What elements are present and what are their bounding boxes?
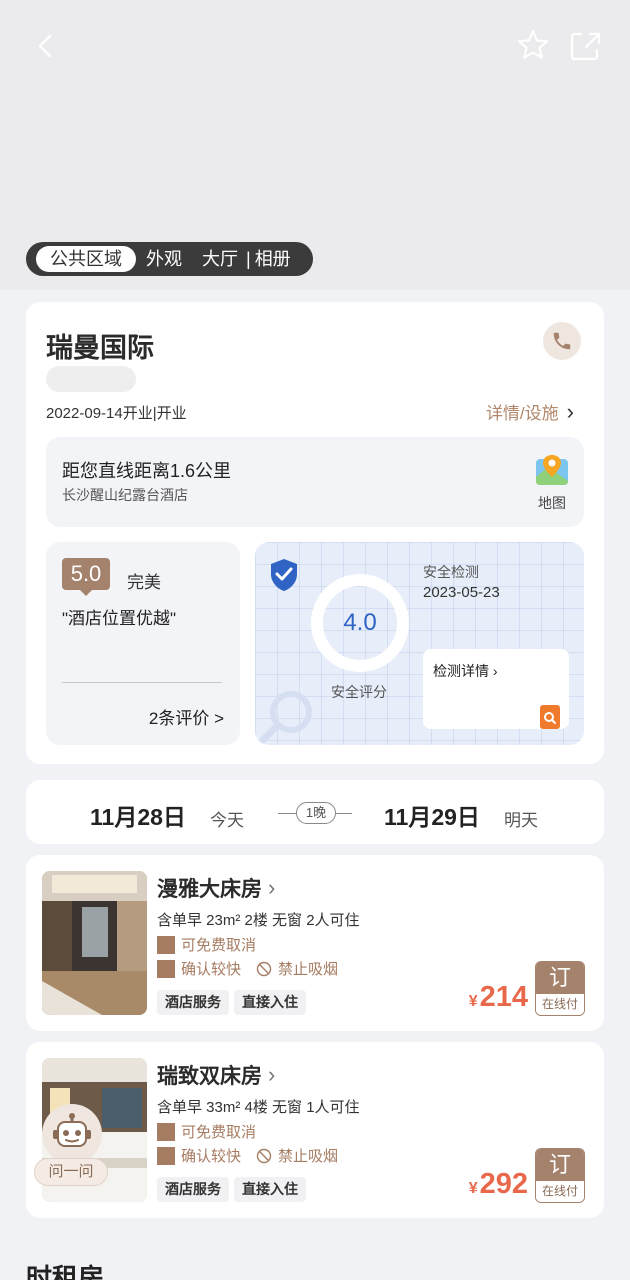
book-label: 订	[536, 962, 584, 994]
check-details-card[interactable]: 检测详情 ›	[423, 649, 569, 729]
perk-icon	[157, 1122, 175, 1141]
room-name-link[interactable]: 漫雅大床房 ›	[157, 873, 275, 903]
date-selector[interactable]: 11月28日 今天 1晚 11月29日 明天	[26, 780, 604, 844]
tag-direct-checkin: 直接入住	[234, 990, 306, 1015]
no-smoking-perk: 禁止吸烟	[256, 1145, 338, 1166]
hotel-tag-placeholder	[46, 366, 136, 392]
tag-direct-checkin: 直接入住	[234, 1177, 306, 1202]
book-label: 订	[536, 1149, 584, 1181]
hotel-name: 瑞曼国际	[46, 333, 154, 363]
room-description: 含单早 23m² 2楼 无窗 2人可住	[157, 912, 360, 929]
book-button[interactable]: 订 在线付	[535, 1148, 585, 1203]
checkout-date[interactable]: 11月29日	[384, 798, 480, 832]
chevron-right-icon: ›	[268, 1062, 276, 1087]
chevron-right-icon: ›	[268, 875, 276, 900]
phone-button[interactable]	[543, 322, 581, 360]
tab-divider: |	[246, 249, 251, 269]
room-card[interactable]: 瑞致双床房 › 含单早 33m² 4楼 无窗 1人可住 可免费取消 确认较快 禁…	[26, 1042, 604, 1218]
shield-check-icon	[271, 559, 297, 591]
safety-check-box[interactable]: 4.0 安全评分 安全检测 2023-05-23 检测详情 ›	[255, 542, 584, 745]
safety-score-label: 安全评分	[331, 684, 387, 700]
tab-album[interactable]: 相册	[255, 246, 301, 272]
tag-hotel-service: 酒店服务	[157, 990, 229, 1015]
room-description: 含单早 33m² 4楼 无窗 1人可住	[157, 1099, 360, 1116]
fast-confirm-perk: 确认较快	[157, 1145, 241, 1166]
divider	[62, 682, 222, 683]
reviews-link[interactable]: 2条评价 >	[149, 704, 224, 729]
pay-online-label: 在线付	[536, 1181, 584, 1202]
safety-score: 4.0	[343, 609, 377, 636]
room-photo[interactable]	[42, 871, 147, 1015]
room-name-link[interactable]: 瑞致双床房 ›	[157, 1060, 275, 1090]
no-smoking-icon	[256, 1148, 272, 1163]
tag-hotel-service: 酒店服务	[157, 1177, 229, 1202]
magnifier-decoration-icon	[259, 691, 312, 744]
photo-category-tabs: 公共区域 外观 大厅 | 相册	[26, 242, 313, 276]
phone-icon	[553, 332, 571, 350]
perk-icon	[157, 959, 175, 978]
room-card[interactable]: 漫雅大床房 › 含单早 23m² 2楼 无窗 2人可住 可免费取消 确认较快 禁…	[26, 855, 604, 1031]
room-name: 瑞致双床房	[157, 1065, 262, 1088]
map-label[interactable]: 地图	[538, 493, 566, 513]
nights-indicator: 1晚	[278, 802, 352, 824]
free-cancel-perk: 可免费取消	[157, 934, 256, 955]
rating-box[interactable]: 5.0 完美 "酒店位置优越" 2条评价 >	[46, 542, 240, 745]
document-search-icon	[540, 705, 560, 729]
nights-count: 1晚	[296, 802, 336, 824]
share-icon[interactable]	[566, 26, 604, 64]
safety-check-date: 2023-05-23	[423, 584, 500, 601]
checkin-date[interactable]: 11月28日	[90, 798, 186, 832]
perk-icon	[157, 1146, 175, 1165]
review-quote: "酒店位置优越"	[62, 609, 177, 628]
no-smoking-icon	[256, 961, 272, 976]
pay-online-label: 在线付	[536, 994, 584, 1015]
opening-date: 2022-09-14开业|开业	[46, 405, 187, 422]
rating-score-badge: 5.0	[62, 558, 110, 596]
checkin-day-label: 今天	[210, 811, 244, 830]
room-price: ¥292	[468, 1168, 528, 1200]
hourly-rooms-heading: 时租房	[26, 1263, 105, 1280]
fast-confirm-perk: 确认较快	[157, 958, 241, 979]
details-facilities-link[interactable]: 详情/设施 ›	[486, 399, 574, 424]
hotel-info-card: 瑞曼国际 2022-09-14开业|开业 详情/设施 › 距您直线距离1.6公里…	[26, 302, 604, 764]
details-facilities-label: 详情/设施	[485, 404, 559, 423]
no-smoking-perk: 禁止吸烟	[256, 958, 338, 979]
room-price: ¥214	[468, 981, 528, 1013]
room-name: 漫雅大床房	[157, 878, 262, 901]
robot-icon	[42, 1104, 102, 1164]
tab-lobby[interactable]: 大厅	[192, 246, 242, 272]
map-pin-icon[interactable]	[534, 453, 570, 489]
distance-box[interactable]: 距您直线距离1.6公里 长沙醒山纪露台酒店 地图	[46, 437, 584, 527]
free-cancel-perk: 可免费取消	[157, 1121, 256, 1142]
back-arrow-icon[interactable]	[28, 28, 64, 64]
book-button[interactable]: 订 在线付	[535, 961, 585, 1016]
distance-text: 距您直线距离1.6公里	[62, 461, 232, 481]
hero-gallery[interactable]: 公共区域 外观 大厅 | 相册	[0, 0, 630, 290]
hotel-address: 长沙醒山纪露台酒店	[62, 487, 188, 503]
chevron-right-icon: ›	[566, 398, 574, 424]
tab-public-area[interactable]: 公共区域	[36, 246, 136, 272]
check-details-link[interactable]: 检测详情 ›	[433, 661, 498, 681]
star-icon[interactable]	[514, 26, 552, 64]
checkout-day-label: 明天	[504, 811, 538, 830]
safety-score-ring: 4.0	[311, 574, 409, 672]
perk-icon	[157, 935, 175, 954]
assistant-label: 问一问	[34, 1158, 108, 1186]
tab-exterior[interactable]: 外观	[136, 246, 192, 272]
rating-word: 完美	[127, 573, 161, 592]
assistant-button[interactable]: 问一问	[34, 1104, 110, 1190]
safety-check-title: 安全检测	[423, 564, 479, 580]
